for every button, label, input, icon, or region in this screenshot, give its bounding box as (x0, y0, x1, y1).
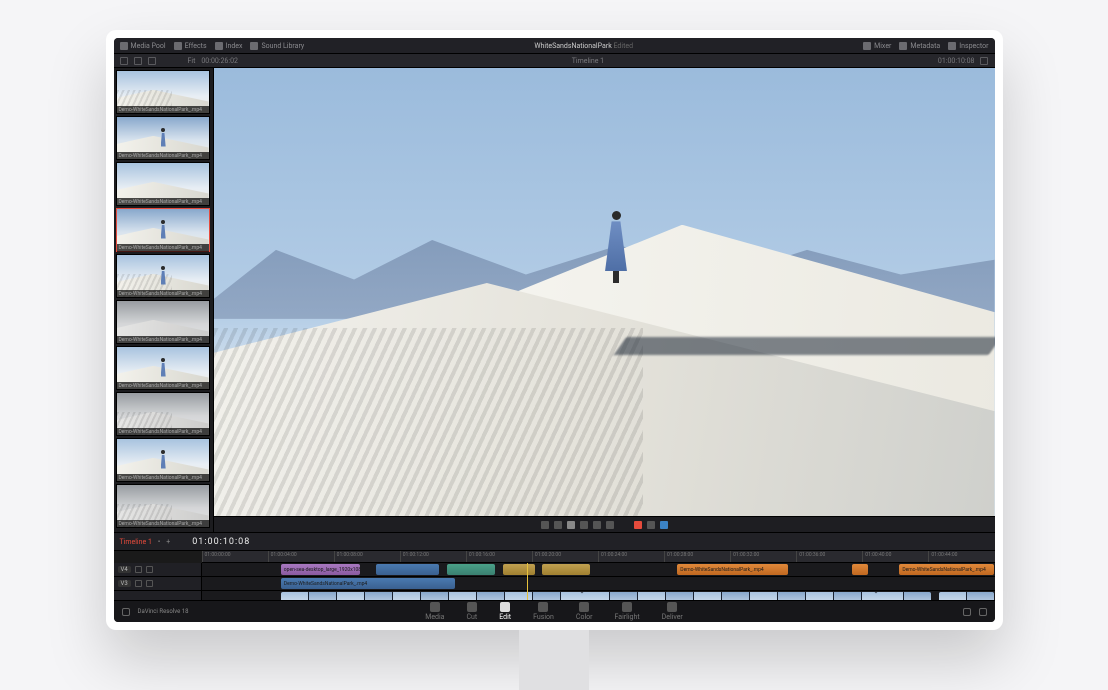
timeline-timecode[interactable]: 01:00:10:08 (192, 537, 250, 547)
media-clip-thumbnail[interactable]: Demo-WhiteSandsNationalPark_.mp4 (116, 162, 210, 206)
clip[interactable]: Demo-WhiteSandsNationalPark_.mp4 (582, 592, 875, 600)
app-window: Media Pool Effects Index Sound Library Whit… (114, 38, 995, 622)
ruler-tick[interactable]: 01:00:44:00 (928, 551, 994, 562)
prev-frame-button[interactable] (554, 521, 562, 529)
pool-sort-icon[interactable] (148, 57, 156, 65)
workspace-panel-toggle[interactable]: Metadata (899, 42, 940, 50)
media-clip-thumbnail[interactable]: Demo-WhiteSandsNationalPark_.mp4 (116, 438, 210, 482)
clip[interactable]: Demo-WhiteSandsNationalPark_.mp4 (939, 592, 995, 600)
pool-view-icon[interactable] (120, 57, 128, 65)
clip[interactable] (447, 564, 495, 575)
page-switcher: DaVinci Resolve 18 Media Cut Edit Fusion Col… (114, 600, 995, 622)
page-color[interactable]: Color (576, 602, 593, 621)
next-frame-button[interactable] (580, 521, 588, 529)
clip[interactable] (503, 564, 535, 575)
page-media[interactable]: Media (425, 602, 444, 621)
timeline-tracks: V4V3V2Video 2V1Video 1A1A2 open-sea-desk… (114, 563, 995, 600)
page-edit[interactable]: Edit (499, 602, 511, 621)
workspace-panel-toggle[interactable]: Effects (174, 42, 207, 50)
workspace-panel-toggle[interactable]: Inspector (948, 42, 988, 50)
fit-menu[interactable]: Fit (188, 57, 196, 65)
ruler-tick[interactable]: 01:00:36:00 (796, 551, 862, 562)
timeline-ruler[interactable]: 01:00:00:0001:00:04:0001:00:08:0001:00:1… (202, 551, 995, 563)
workspace-panel-toggle[interactable]: Sound Library (250, 42, 304, 50)
viewer-toolbar: Fit 00:00:26:02 Timeline 1 01:00:10:08 (114, 54, 995, 68)
ruler-tick[interactable]: 01:00:04:00 (268, 551, 334, 562)
first-frame-button[interactable] (541, 521, 549, 529)
ruler-tick[interactable]: 01:00:24:00 (598, 551, 664, 562)
timeline-tab[interactable]: Timeline 1 (120, 538, 152, 546)
track-lane-v2[interactable]: Demo-WhiteSandsNationalPark_.mp4Demo-Whi… (202, 591, 995, 600)
transport-controls (214, 516, 995, 532)
ruler-tick[interactable]: 01:00:00:00 (202, 551, 268, 562)
link-button[interactable] (647, 521, 655, 529)
track-lane-v4[interactable]: open-sea-desktop_large_1920x1080.mp4 Demo… (202, 563, 995, 577)
clip[interactable] (376, 564, 439, 575)
ruler-tick[interactable]: 01:00:32:00 (730, 551, 796, 562)
clip[interactable]: Demo-WhiteSandsNationalPark_.mp4 (281, 592, 582, 600)
workspace-panel-toggle[interactable]: Index (215, 42, 243, 50)
ruler-tick[interactable]: 01:00:08:00 (334, 551, 400, 562)
clip[interactable]: open-sea-desktop_large_1920x1080.mp4 (281, 564, 360, 575)
media-clip-thumbnail[interactable]: Demo-WhiteSandsNationalPark_.mp4 (116, 116, 210, 160)
ruler-tick[interactable]: 01:00:12:00 (400, 551, 466, 562)
media-pool: Demo-WhiteSandsNationalPark_.mp4Demo-Whi… (114, 68, 214, 532)
media-clip-thumbnail[interactable]: Demo-WhiteSandsNationalPark_.mp4 (116, 484, 210, 528)
media-clip-thumbnail[interactable]: Demo-WhiteSandsNationalPark_.mp4 (116, 392, 210, 436)
record-timecode: 01:00:10:08 (938, 57, 975, 65)
viewer-canvas[interactable] (214, 68, 995, 516)
marker-button[interactable] (634, 521, 642, 529)
source-timecode: 00:00:26:02 (201, 57, 238, 65)
timeline-name[interactable]: Timeline 1 (572, 57, 604, 65)
flag-button[interactable] (660, 521, 668, 529)
page-cut[interactable]: Cut (466, 602, 477, 621)
ruler-tick[interactable]: 01:00:16:00 (466, 551, 532, 562)
app-name: DaVinci Resolve 18 (138, 608, 189, 616)
clip[interactable] (852, 564, 868, 575)
pool-list-icon[interactable] (134, 57, 142, 65)
clip[interactable] (876, 592, 932, 600)
clip[interactable]: Demo-WhiteSandsNationalPark_.mp4 (899, 564, 994, 575)
timeline-viewer (214, 68, 995, 532)
ruler-tick[interactable]: 01:00:20:00 (532, 551, 598, 562)
page-fairlight[interactable]: Fairlight (615, 602, 640, 621)
track-header-v4[interactable]: V4 (114, 563, 201, 577)
last-frame-button[interactable] (593, 521, 601, 529)
media-clip-thumbnail[interactable]: Demo-WhiteSandsNationalPark_.mp4 (116, 346, 210, 390)
ruler-tick[interactable]: 01:00:40:00 (862, 551, 928, 562)
resolve-logo-icon[interactable] (122, 608, 130, 616)
project-title: WhiteSandsNationalPark Edited (534, 42, 633, 50)
clip[interactable]: Demo-WhiteSandsNationalPark_.mp4 (677, 564, 788, 575)
track-header-v3[interactable]: V3 (114, 577, 201, 591)
project-settings-icon[interactable] (979, 608, 987, 616)
play-button[interactable] (567, 521, 575, 529)
page-fusion[interactable]: Fusion (533, 602, 554, 621)
page-deliver[interactable]: Deliver (662, 602, 683, 621)
workspace-panel-toggle[interactable]: Media Pool (120, 42, 166, 50)
media-clip-thumbnail[interactable]: Demo-WhiteSandsNationalPark_.mp4 (116, 208, 210, 252)
clip[interactable] (542, 564, 590, 575)
playhead[interactable] (527, 563, 528, 600)
timeline-header: Timeline 1 •+ 01:00:10:08 (114, 533, 995, 551)
track-header-v2[interactable]: V2Video 2 (114, 591, 201, 600)
media-clip-thumbnail[interactable]: Demo-WhiteSandsNationalPark_.mp4 (116, 300, 210, 344)
workspace-panel-toggle[interactable]: Mixer (863, 42, 891, 50)
ruler-tick[interactable]: 01:00:28:00 (664, 551, 730, 562)
workspace-menubar: Media Pool Effects Index Sound Library Whit… (114, 38, 995, 54)
monitor-frame: Media Pool Effects Index Sound Library Whit… (106, 30, 1003, 630)
media-clip-thumbnail[interactable]: Demo-WhiteSandsNationalPark_.mp4 (116, 70, 210, 114)
loop-button[interactable] (606, 521, 614, 529)
project-manager-icon[interactable] (963, 608, 971, 616)
clip[interactable]: Demo-WhiteSandsNationalPark_.mp4 (281, 578, 455, 589)
track-lane-v3[interactable]: Demo-WhiteSandsNationalPark_.mp4 (202, 577, 995, 591)
media-clip-thumbnail[interactable]: Demo-WhiteSandsNationalPark_.mp4 (116, 254, 210, 298)
viewer-options-icon[interactable] (980, 57, 988, 65)
